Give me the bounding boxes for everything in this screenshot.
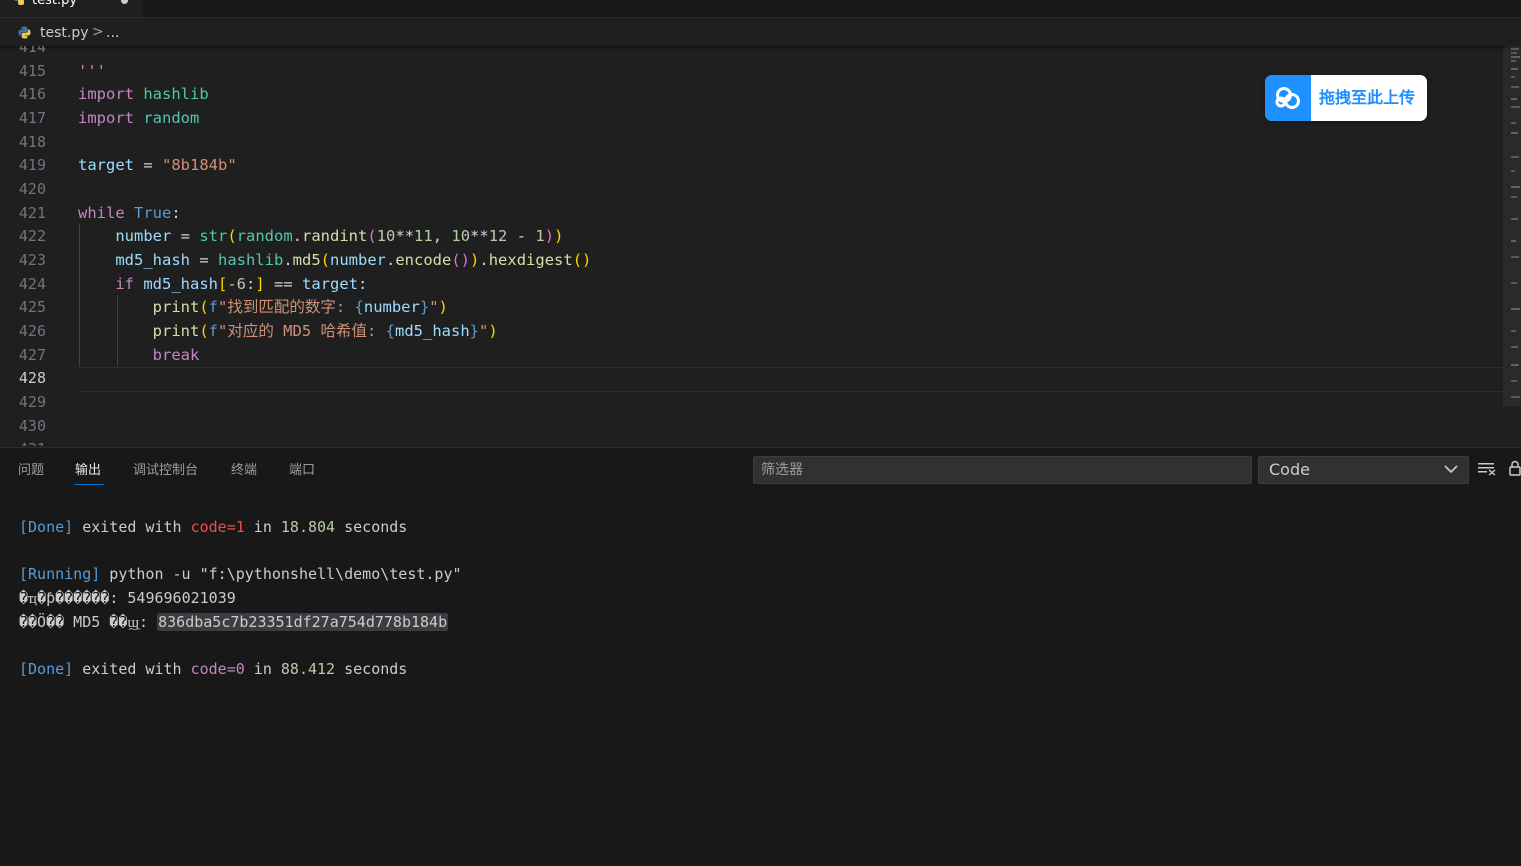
clear-output-icon[interactable] [1478, 462, 1496, 476]
minimap-line [1511, 196, 1517, 198]
minimap-line [1511, 86, 1519, 88]
output-line: ��Ӧ�� MD5 ��ϣֵ: 836dba5c7b23351df27a754d… [19, 613, 449, 631]
upload-icon-box [1265, 75, 1311, 121]
code-line: print(f"对应的 MD5 哈希值: {md5_hash}") [152, 322, 498, 340]
line-number: 417 [18, 109, 46, 127]
minimap[interactable] [1508, 46, 1521, 416]
line-number: 431 [0, 437, 46, 446]
output-line: [Done] exited with code=0 in 88.412 seco… [19, 660, 408, 678]
output-filter-input[interactable] [753, 456, 1252, 484]
breadcrumb-symbols[interactable]: ... [106, 24, 119, 42]
bottom-panel: 问题 输出 调试控制台 终端 端口 Code [Done] exited wit… [0, 447, 1521, 866]
line-number: 429 [18, 393, 46, 411]
python-icon [18, 26, 31, 39]
breadcrumb-file[interactable]: test.py [40, 24, 89, 42]
tab-debug-console[interactable]: 调试控制台 [133, 462, 198, 480]
output-line: [Running] python -u "f:\pythonshell\demo… [19, 565, 462, 583]
minimap-line [1511, 60, 1516, 62]
minimap-line [1511, 106, 1520, 108]
selected-hash-text: 836dba5c7b23351df27a754d778b184b [157, 613, 449, 631]
code-line: import hashlib [78, 85, 209, 103]
code-line: import random [78, 109, 200, 127]
code-line: print(f"找到匹配的数字: {number}") [152, 298, 448, 316]
code-line: while True: [78, 204, 181, 222]
minimap-line [1511, 240, 1516, 242]
tab-problems[interactable]: 问题 [18, 462, 44, 480]
minimap-line [1511, 256, 1519, 258]
lock-icon[interactable] [1509, 460, 1521, 477]
line-number: 427 [18, 346, 46, 364]
chevron-down-icon [1444, 465, 1458, 474]
breadcrumb: test.py > ... [0, 18, 1521, 46]
line-number-gutter: 414 415 416 417 418 419 420 421 422 423 … [0, 46, 60, 446]
line-number: 426 [18, 322, 46, 340]
minimap-line [1511, 218, 1518, 220]
editor-tab-strip: test.py [0, 0, 1521, 18]
code-line: break [152, 346, 200, 364]
line-number: 423 [18, 251, 46, 269]
unsaved-dot-icon[interactable] [121, 0, 128, 4]
breadcrumb-separator: > [92, 24, 104, 40]
output-line: [Done] exited with code=1 in 18.804 seco… [19, 518, 408, 536]
line-number: 425 [18, 298, 46, 316]
minimap-line [1511, 308, 1520, 310]
minimap-line [1511, 76, 1515, 78]
minimap-line [1511, 186, 1520, 188]
minimap-line [1511, 52, 1517, 54]
minimap-line [1511, 68, 1518, 70]
minimap-line [1511, 380, 1517, 382]
baidu-netdisk-icon [1275, 87, 1300, 109]
line-number: 422 [18, 227, 46, 245]
line-number: 415 [18, 62, 46, 80]
tab-label: test.py [32, 0, 78, 8]
active-tab-indicator [74, 484, 104, 485]
drag-upload-widget[interactable]: 拖拽至此上传 [1265, 75, 1427, 121]
minimap-line [1511, 48, 1519, 50]
output-channel-select[interactable]: Code [1258, 456, 1469, 484]
vscode-window: test.py test.py > ... 414 415 416 417 41… [0, 0, 1521, 866]
line-number: 420 [18, 180, 46, 198]
minimap-line [1511, 330, 1516, 332]
minimap-line [1511, 364, 1519, 366]
minimap-line [1511, 122, 1516, 124]
line-number: 419 [18, 156, 46, 174]
line-number: 430 [18, 417, 46, 435]
code-line: ''' [78, 62, 106, 80]
line-number: 416 [18, 85, 46, 103]
tab-test-py[interactable]: test.py [0, 0, 143, 17]
line-number: 414 [18, 46, 46, 56]
code-line: number = str(random.randint(10**11, 10**… [115, 227, 564, 245]
minimap-line [1511, 346, 1518, 348]
output-line: �ҵ�ƥ������: 549696021039 [19, 589, 236, 607]
line-number: 418 [18, 133, 46, 151]
tab-terminal[interactable]: 终端 [231, 462, 257, 480]
minimap-line [1511, 396, 1520, 398]
output-channel-value: Code [1269, 460, 1310, 479]
tab-ports[interactable]: 端口 [289, 462, 315, 480]
code-line: md5_hash = hashlib.md5(number.encode()).… [115, 251, 592, 269]
minimap-line [1511, 132, 1518, 134]
line-number: 424 [18, 275, 46, 293]
python-icon [14, 0, 24, 5]
minimap-line [1511, 170, 1515, 172]
minimap-line [1511, 282, 1517, 284]
tab-output[interactable]: 输出 [75, 462, 101, 480]
code-line: target = "8b184b" [78, 156, 237, 174]
code-line: if md5_hash[-6:] == target: [115, 275, 368, 293]
minimap-line [1511, 56, 1520, 58]
line-number-current: 428 [18, 369, 46, 387]
minimap-line [1511, 156, 1519, 158]
upload-label: 拖拽至此上传 [1319, 88, 1416, 107]
minimap-line [1511, 98, 1517, 100]
line-number: 421 [18, 204, 46, 222]
